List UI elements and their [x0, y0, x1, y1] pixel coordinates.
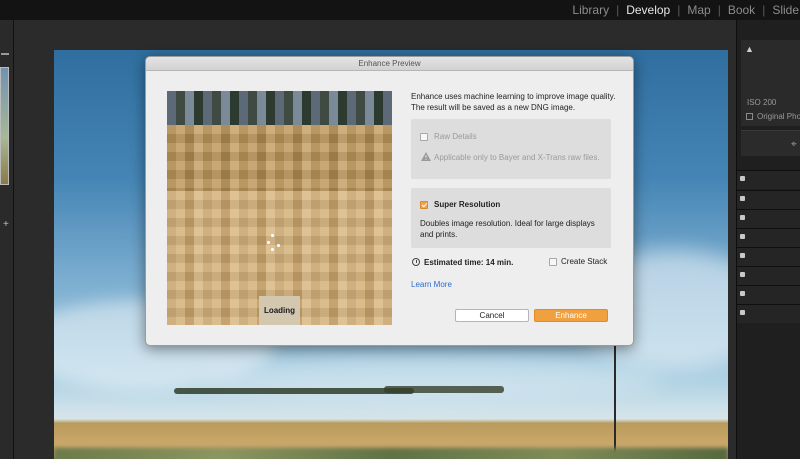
original-photo-label: Original Photo — [757, 112, 800, 121]
panel-section[interactable] — [737, 304, 800, 323]
module-book[interactable]: Book — [727, 3, 756, 17]
panel-section[interactable] — [737, 228, 800, 247]
add-preset-icon[interactable]: + — [3, 220, 9, 230]
disclosure-icon — [740, 196, 745, 201]
clock-icon — [412, 258, 420, 266]
spinner-icon — [271, 234, 274, 237]
disclosure-icon — [740, 253, 745, 258]
super-resolution-option: Super Resolution Doubles image resolutio… — [411, 188, 611, 248]
module-library[interactable]: Library — [571, 3, 610, 17]
enhance-description: Enhance uses machine learning to improve… — [411, 92, 616, 112]
utility-pole — [614, 340, 616, 459]
disclosure-icon — [740, 176, 745, 181]
super-resolution-checkbox[interactable] — [420, 201, 428, 209]
lightroom-window: Library | Develop | Map | Book | Slide +… — [0, 0, 800, 459]
enhance-preview-dialog: Enhance Preview Loading Enhance uses mac… — [145, 56, 634, 346]
dialog-title[interactable]: Enhance Preview — [146, 57, 633, 71]
enhance-preview-image[interactable]: Loading — [167, 91, 392, 325]
module-bar: Library | Develop | Map | Book | Slide — [0, 0, 800, 20]
panel-section[interactable] — [737, 190, 800, 209]
module-develop[interactable]: Develop — [625, 3, 671, 17]
original-photo-checkbox[interactable] — [746, 113, 753, 120]
panel-section[interactable] — [737, 170, 800, 189]
disclosure-icon — [740, 310, 745, 315]
super-resolution-label[interactable]: Super Resolution — [434, 200, 500, 209]
module-picker: Library | Develop | Map | Book | Slide — [571, 3, 800, 17]
raw-details-checkbox[interactable] — [420, 133, 428, 141]
raw-details-option: Raw Details Applicable only to Bayer and… — [411, 119, 611, 179]
module-slideshow[interactable]: Slide — [771, 3, 800, 17]
estimated-time: Estimated time: 14 min. — [424, 258, 514, 267]
crop-tool-icon[interactable]: ⌖ — [791, 139, 797, 150]
panel-section[interactable] — [737, 209, 800, 228]
disclosure-icon — [740, 215, 745, 220]
disclosure-icon — [740, 234, 745, 239]
module-map[interactable]: Map — [686, 3, 711, 17]
disclosure-icon — [740, 272, 745, 277]
enhance-button[interactable]: Enhance — [534, 309, 608, 322]
panel-marker — [1, 53, 9, 55]
learn-more-link[interactable]: Learn More — [411, 280, 452, 289]
panel-section[interactable] — [737, 247, 800, 266]
panel-section[interactable] — [737, 285, 800, 304]
loading-label: Loading — [259, 296, 300, 325]
create-stack-checkbox[interactable] — [549, 258, 557, 266]
warning-icon — [421, 152, 431, 161]
panel-section[interactable] — [737, 266, 800, 285]
histogram[interactable]: ▲ ISO 200 Original Photo — [741, 40, 800, 126]
super-resolution-note: Doubles image resolution. Ideal for larg… — [420, 219, 595, 239]
right-panel: ▲ ISO 200 Original Photo ⌖ — [736, 20, 800, 459]
left-panel: + — [0, 20, 14, 459]
tool-strip: ⌖ — [741, 130, 800, 156]
raw-details-label[interactable]: Raw Details — [434, 132, 477, 141]
raw-details-note: Applicable only to Bayer and X-Trans raw… — [434, 153, 600, 162]
clipping-warning-icon[interactable]: ▲ — [745, 44, 754, 54]
create-stack-label[interactable]: Create Stack — [561, 257, 607, 266]
iso-readout: ISO 200 — [747, 98, 777, 107]
disclosure-icon — [740, 291, 745, 296]
navigator-thumbnail[interactable] — [0, 67, 9, 185]
cancel-button[interactable]: Cancel — [455, 309, 529, 322]
